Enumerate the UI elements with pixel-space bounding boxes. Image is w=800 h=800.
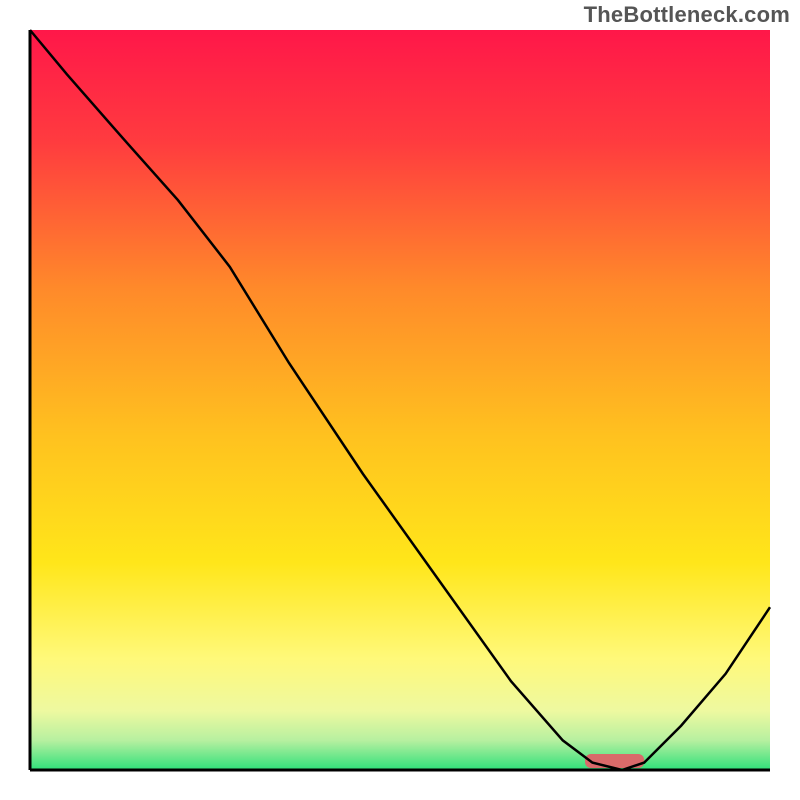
- chart-container: TheBottleneck.com: [0, 0, 800, 800]
- plot-background: [30, 30, 770, 770]
- chart-svg: [0, 0, 800, 800]
